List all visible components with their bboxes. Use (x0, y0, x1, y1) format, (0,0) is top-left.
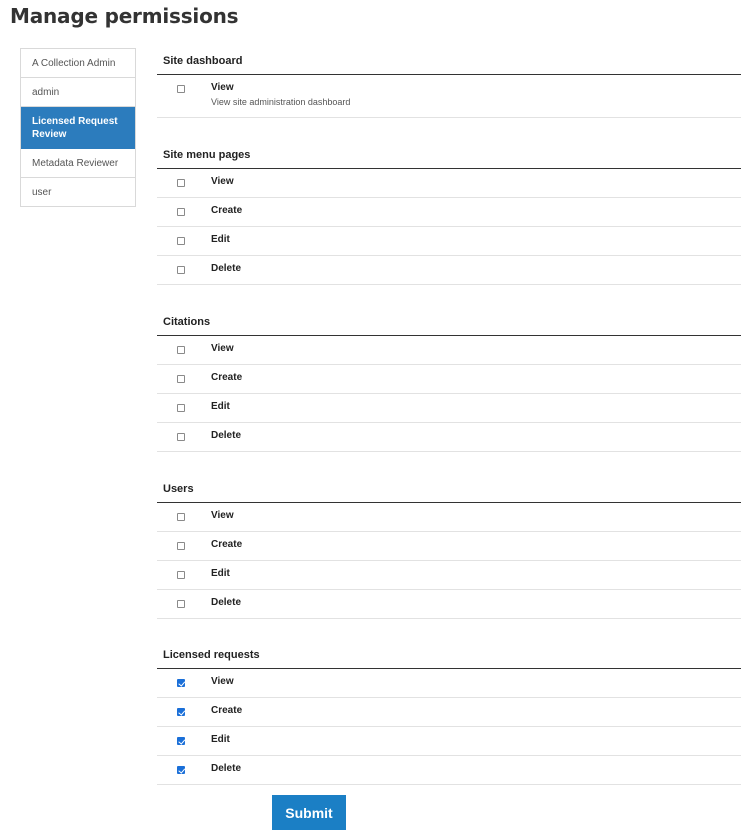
permission-row: Create (157, 365, 741, 394)
permission-checkbox[interactable] (177, 237, 185, 245)
permission-row: Delete (157, 423, 741, 452)
permission-checkbox[interactable] (177, 346, 185, 354)
permission-row: View (157, 169, 741, 198)
permission-row: Delete (157, 756, 741, 785)
permission-checkbox[interactable] (177, 266, 185, 274)
permission-row: Edit (157, 561, 741, 590)
permission-row: View (157, 336, 741, 365)
role-item-metadata-reviewer[interactable]: Metadata Reviewer (21, 149, 135, 178)
permission-label: Delete (211, 763, 242, 774)
permission-label: View (211, 176, 234, 187)
permission-checkbox[interactable] (177, 513, 185, 521)
permission-checkbox[interactable] (177, 766, 185, 774)
role-list: A Collection Admin admin Licensed Reques… (20, 48, 136, 207)
permission-checkbox[interactable] (177, 542, 185, 550)
permission-label: Edit (211, 401, 230, 412)
permission-checkbox[interactable] (177, 179, 185, 187)
permission-label: Create (211, 705, 243, 716)
permissions-form: Site dashboard View View site administra… (157, 0, 741, 839)
permission-row: Edit (157, 394, 741, 423)
permission-row: Delete (157, 590, 741, 619)
submit-button[interactable]: Submit (272, 795, 346, 830)
permission-label: View (211, 676, 234, 687)
permission-label: View (211, 343, 234, 354)
section-title: Licensed requests (163, 649, 260, 661)
permission-row: Create (157, 198, 741, 227)
permission-label: Create (211, 205, 243, 216)
permission-label: Edit (211, 568, 230, 579)
permission-label: View (211, 82, 234, 93)
permission-label: Delete (211, 263, 242, 274)
permission-label: Edit (211, 734, 230, 745)
permission-row: View (157, 669, 741, 698)
role-item-user[interactable]: user (21, 178, 135, 207)
permission-label: Delete (211, 430, 242, 441)
section-title: Users (163, 483, 194, 495)
permission-checkbox[interactable] (177, 679, 185, 687)
permission-row: Delete (157, 256, 741, 285)
permission-row: Create (157, 532, 741, 561)
role-item-licensed-request-review[interactable]: Licensed Request Review (21, 107, 135, 149)
permission-label: View (211, 510, 234, 521)
permission-checkbox[interactable] (177, 600, 185, 608)
permission-checkbox[interactable] (177, 571, 185, 579)
role-item-admin[interactable]: admin (21, 78, 135, 107)
permission-label: Delete (211, 597, 242, 608)
permission-row: Edit (157, 227, 741, 256)
permission-checkbox[interactable] (177, 737, 185, 745)
permission-label: Create (211, 372, 243, 383)
permission-checkbox[interactable] (177, 404, 185, 412)
section-title: Citations (163, 316, 211, 328)
permission-checkbox[interactable] (177, 208, 185, 216)
permission-checkbox[interactable] (177, 708, 185, 716)
permission-checkbox[interactable] (177, 375, 185, 383)
section-title: Site menu pages (163, 149, 251, 161)
section-title: Site dashboard (163, 55, 243, 67)
permission-row: View View site administration dashboard (157, 75, 741, 118)
permission-checkbox[interactable] (177, 433, 185, 441)
permission-row: Create (157, 698, 741, 727)
permission-checkbox[interactable] (177, 85, 185, 93)
permission-label: Create (211, 539, 243, 550)
role-item-a-collection-admin[interactable]: A Collection Admin (21, 49, 135, 78)
permission-label: Edit (211, 234, 230, 245)
permission-row: Edit (157, 727, 741, 756)
permission-row: View (157, 503, 741, 532)
permission-description: View site administration dashboard (211, 97, 351, 107)
